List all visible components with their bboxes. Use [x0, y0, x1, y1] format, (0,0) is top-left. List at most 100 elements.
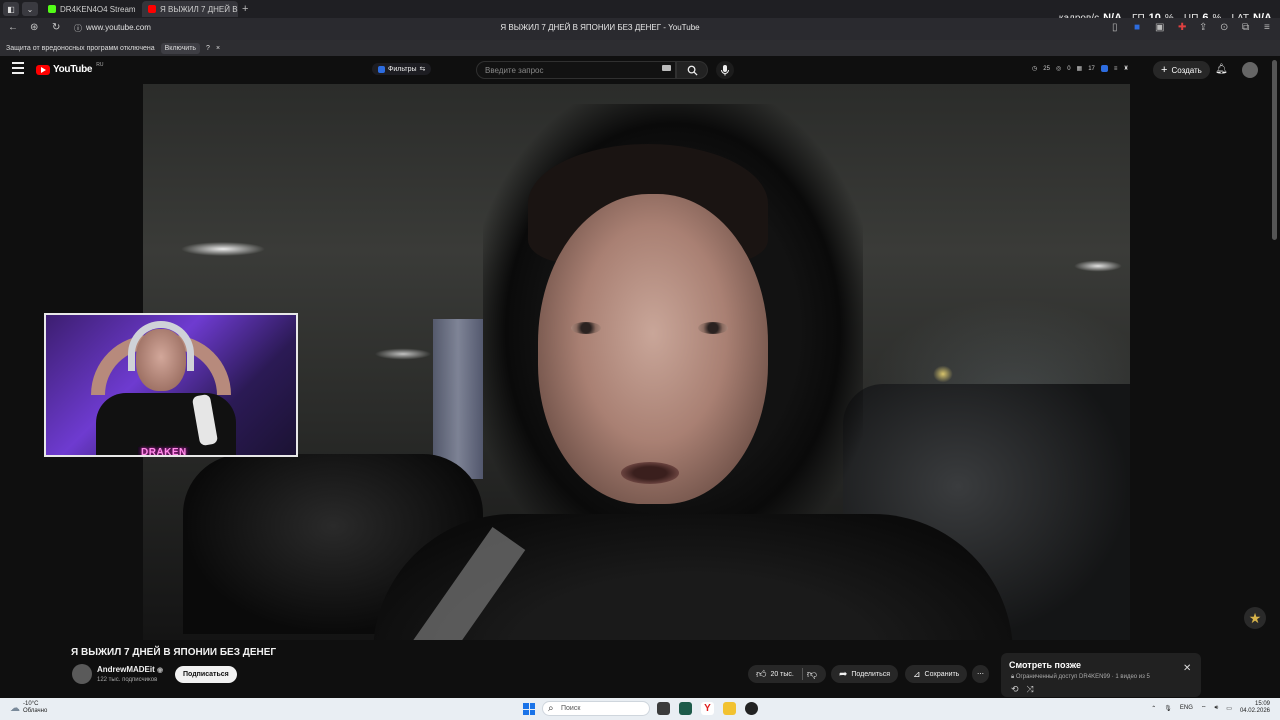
weather-widget[interactable]: ☁ -10°C Облачно — [10, 701, 47, 715]
security-warning-text: Защита от вредоносных программ отключена — [6, 44, 155, 52]
trophy-icon[interactable]: ♜ — [1123, 65, 1128, 72]
enable-protection-button[interactable]: Включить — [160, 42, 201, 54]
download-icon[interactable]: ⊙ — [1220, 22, 1228, 33]
headphones — [128, 321, 194, 371]
cloud-icon: ☁ — [10, 702, 20, 714]
share-label: Поделиться — [851, 670, 891, 678]
shuffle-icon[interactable]: ⤨ — [1027, 684, 1034, 695]
plus-icon: + — [1161, 64, 1168, 76]
reload-icon[interactable]: ↻ — [52, 22, 60, 33]
create-button[interactable]: + Создать — [1153, 61, 1210, 79]
tab-label: DR4KEN4O4 Stream - Wo — [60, 4, 138, 14]
weather-text: -10°C Облачно — [23, 701, 47, 715]
watch-later-title[interactable]: Смотреть позже — [1009, 660, 1081, 670]
chevron-up-icon[interactable]: ⌃ — [1151, 705, 1156, 712]
parking-pillar — [433, 319, 483, 479]
extension-blue-icon[interactable]: ■ — [1134, 22, 1140, 33]
watch-later-subtitle-text: Ограниченный доступ DR4KEN99 · 1 видео и… — [1015, 674, 1150, 680]
loop-icon[interactable]: ⟲ — [1011, 684, 1019, 695]
channel-name[interactable]: AndrewMADEit ◉ — [97, 665, 163, 674]
tab-list-chevron-icon[interactable]: ⌄ — [22, 2, 38, 16]
sidebar-toggle-icon[interactable]: ◧ — [3, 2, 19, 16]
extension-icon[interactable] — [1100, 65, 1108, 72]
microphone-tray-icon[interactable]: 🎙︎ — [1164, 705, 1172, 712]
battery-icon[interactable]: ▭ — [1226, 705, 1232, 712]
microphone-icon — [721, 65, 729, 76]
reader-icon[interactable]: ▣ — [1155, 22, 1164, 33]
search-button[interactable] — [676, 61, 708, 79]
taskbar-search[interactable]: Поиск — [542, 701, 650, 716]
filters-button[interactable]: Фильтры ⇆ — [372, 63, 432, 75]
system-tray: ⌃ 🎙︎ ENG ⌔ 🔊︎ ▭ 15:09 04.02.2026 — [1151, 701, 1270, 715]
subscribe-button[interactable]: Подписаться — [175, 666, 237, 683]
filters-label: Фильтры — [388, 65, 417, 73]
bookmark-icon[interactable]: ▯ — [1112, 22, 1118, 33]
new-tab-icon[interactable]: + — [242, 3, 248, 15]
bookmark-icon: ⊿ — [913, 668, 921, 679]
obs-icon[interactable] — [745, 702, 758, 715]
notifications-bell-icon[interactable]: 🔔︎ — [1215, 64, 1228, 75]
clock-date: 04.02.2026 — [1239, 708, 1270, 714]
weather-desc: Облачно — [23, 708, 48, 714]
save-button[interactable]: ⊿ Сохранить — [905, 665, 968, 683]
help-icon[interactable]: ? — [206, 45, 210, 52]
close-icon[interactable]: ✕ — [1183, 663, 1191, 674]
youtube-header: YouTube RU Фильтры ⇆ Введите запрос ◷ 25… — [0, 56, 1280, 84]
star-icon[interactable]: ★ — [1244, 607, 1266, 629]
copy-icon[interactable]: ⧉ — [1242, 22, 1249, 33]
site-info-icon[interactable]: ⓘ — [74, 23, 82, 34]
share-button[interactable]: ➦ Поделиться — [831, 665, 899, 683]
create-label: Создать — [1171, 65, 1202, 75]
yandex-browser-icon[interactable]: Y — [701, 702, 714, 715]
list-icon[interactable]: ≡ — [1114, 66, 1118, 72]
close-icon[interactable]: × — [216, 45, 220, 52]
wifi-icon[interactable]: ⌔ — [1201, 704, 1207, 712]
left-eye — [571, 322, 601, 334]
tab-label: Я ВЫЖИЛ 7 ДНЕЙ В — [160, 4, 238, 14]
extension-red-icon[interactable]: ✚ — [1178, 22, 1186, 33]
region-code: RU — [96, 61, 104, 68]
dislike-button[interactable]: 👎︎ — [807, 668, 817, 680]
share-icon[interactable]: ⇪ — [1199, 22, 1207, 33]
streamer-webcam: DRAKEN — [44, 313, 298, 457]
tab-stream[interactable]: DR4KEN4O4 Stream - Wo × — [42, 1, 138, 17]
back-icon[interactable]: ← — [8, 22, 18, 33]
thumbs-up-icon: 👍︎ — [756, 669, 767, 680]
clock[interactable]: 15:09 04.02.2026 — [1240, 701, 1270, 715]
hamburger-menu-icon[interactable] — [12, 62, 24, 74]
stat-a: 25 — [1043, 65, 1050, 72]
voice-search-button[interactable] — [716, 61, 734, 79]
subscriber-count: 122 тыс. подписчиков — [97, 677, 158, 683]
extension-icon[interactable]: ⊛ — [30, 22, 38, 33]
url-field[interactable]: ⓘ www.youtube.com — [74, 23, 151, 34]
share-arrow-icon: ➦ — [839, 668, 848, 680]
account-avatar[interactable] — [1242, 62, 1258, 78]
volume-icon[interactable]: 🔊︎ — [1215, 705, 1219, 712]
stat-c: 17 — [1088, 65, 1095, 72]
file-explorer-icon[interactable] — [723, 702, 736, 715]
menu-icon[interactable]: ≡ — [1264, 22, 1270, 33]
extension-icon — [378, 65, 385, 73]
address-bar: ← ⊛ ↻ ⓘ www.youtube.com Я ВЫЖИЛ 7 ДНЕЙ В… — [0, 18, 1280, 40]
keyboard-icon[interactable] — [662, 65, 671, 71]
like-count: 20 тыс. — [770, 670, 794, 678]
task-view-icon[interactable] — [657, 702, 670, 715]
scrollbar[interactable] — [1272, 60, 1277, 240]
stat-b: 0 — [1067, 65, 1071, 72]
mouth — [621, 462, 679, 484]
save-label: Сохранить — [924, 670, 960, 678]
channel-avatar[interactable] — [72, 664, 92, 684]
youtube-icon — [148, 5, 156, 13]
video-title: Я ВЫЖИЛ 7 ДНЕЙ В ЯПОНИИ БЕЗ ДЕНЕГ — [71, 647, 277, 658]
streamer-tag: DRAKEN — [138, 447, 190, 455]
tab-youtube[interactable]: Я ВЫЖИЛ 7 ДНЕЙ В × — [142, 1, 238, 17]
like-button[interactable]: 👍︎ 20 тыс. — [756, 668, 794, 680]
page-title: Я ВЫЖИЛ 7 ДНЕЙ В ЯПОНИИ БЕЗ ДЕНЕГ - YouT… — [500, 23, 700, 32]
more-actions-button[interactable]: ⋯ — [972, 665, 989, 683]
youtube-logo[interactable]: YouTube RU — [36, 61, 104, 75]
search-input[interactable]: Введите запрос — [476, 61, 676, 79]
windows-start-icon[interactable] — [523, 703, 535, 715]
language-indicator[interactable]: ENG — [1180, 705, 1193, 711]
sliders-icon: ⇆ — [419, 66, 426, 73]
terminal-icon[interactable] — [679, 702, 692, 715]
